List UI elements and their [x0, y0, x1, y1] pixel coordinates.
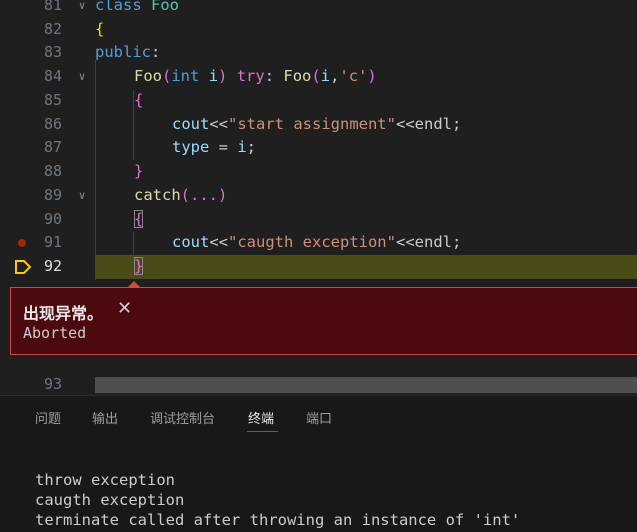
line-number: 87 — [43, 138, 62, 156]
line-number: 81 — [43, 0, 62, 14]
code-line-86[interactable]: 86 cout<<"start assignment"<<endl; — [0, 113, 637, 137]
code-line-81[interactable]: 81 ∨ class Foo — [0, 0, 637, 18]
brace: { — [95, 20, 105, 38]
line-number: 84 — [43, 67, 62, 85]
brace: { — [134, 91, 144, 109]
bottom-panel: 问题 输出 调试控制台 终端 端口 throw exception caugth… — [0, 395, 637, 532]
line-number: 82 — [43, 20, 62, 38]
tab-terminal[interactable]: 终端 — [248, 408, 274, 427]
code-line-83[interactable]: 83 public: — [0, 41, 637, 65]
tab-debug-console[interactable]: 调试控制台 — [150, 408, 215, 427]
line-number: 83 — [43, 43, 62, 61]
tab-problems[interactable]: 问题 — [35, 408, 61, 427]
line-number: 88 — [43, 162, 62, 180]
code-line-91[interactable]: 91 cout<<"caugth exception"<<endl; — [0, 231, 637, 255]
active-tab-indicator — [247, 431, 278, 432]
exception-widget: 出现异常。 ✕ Aborted — [10, 287, 637, 355]
tab-output[interactable]: 输出 — [92, 408, 118, 427]
class-name: Foo — [151, 0, 180, 14]
keyword: public — [95, 43, 151, 61]
brace: { — [134, 210, 144, 228]
fold-chevron-icon[interactable]: ∨ — [76, 184, 88, 208]
exception-title: 出现异常。 — [23, 304, 104, 323]
close-icon[interactable]: ✕ — [117, 298, 132, 319]
line-number: 92 — [43, 257, 62, 275]
code-line-85[interactable]: 85 { — [0, 89, 637, 113]
code-line-82[interactable]: 82 { — [0, 18, 637, 42]
code-line-84[interactable]: 84 ∨ Foo(int i) try: Foo(i,'c') — [0, 65, 637, 89]
line-number: 85 — [43, 91, 62, 109]
code-line-92[interactable]: 92 } — [0, 255, 637, 279]
fold-chevron-icon[interactable]: ∨ — [76, 0, 88, 18]
horizontal-scrollbar[interactable] — [95, 377, 637, 393]
brace: } — [134, 257, 144, 275]
line-number: 93 — [43, 375, 62, 393]
brace: } — [134, 162, 144, 180]
line-number: 86 — [43, 115, 62, 133]
terminal-line: caugth exception — [35, 491, 185, 509]
line-number: 90 — [43, 210, 62, 228]
code-line-90[interactable]: 90 { — [0, 208, 637, 232]
line-number: 89 — [43, 186, 62, 204]
code-line-88[interactable]: 88 } — [0, 160, 637, 184]
terminal-line: terminate called after throwing an insta… — [35, 511, 521, 529]
code-line-89[interactable]: 89 ∨ catch(...) — [0, 184, 637, 208]
tab-ports[interactable]: 端口 — [306, 408, 332, 427]
code-editor[interactable]: 81 ∨ class Foo 82 { 83 public: 84 ∨ Foo(… — [0, 0, 637, 395]
fold-chevron-icon[interactable]: ∨ — [76, 65, 88, 89]
line-number: 91 — [43, 233, 62, 251]
code-line-87[interactable]: 87 type = i; — [0, 136, 637, 160]
exception-message: Aborted — [23, 324, 87, 342]
keyword: class — [95, 0, 142, 14]
terminal-line: throw exception — [35, 471, 175, 489]
